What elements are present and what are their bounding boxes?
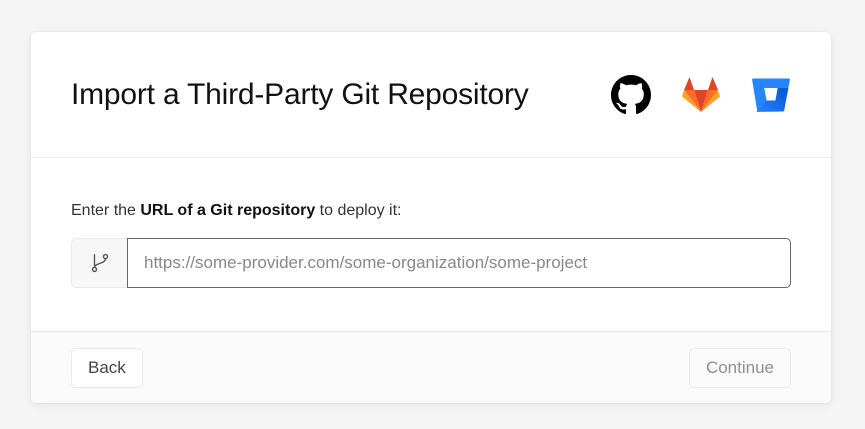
- modal-title: Import a Third-Party Git Repository: [71, 77, 529, 111]
- instruction-text: Enter the URL of a Git repository to dep…: [71, 202, 791, 220]
- instruction-prefix: Enter the: [71, 202, 141, 219]
- continue-button[interactable]: Continue: [688, 347, 791, 388]
- modal-header: Import a Third-Party Git Repository: [31, 32, 831, 158]
- instruction-emphasis: URL of a Git repository: [140, 202, 316, 219]
- modal-footer: Back Continue: [31, 331, 831, 403]
- provider-icons: [611, 74, 791, 115]
- import-repo-modal: Import a Third-Party Git Repository Ente…: [31, 32, 831, 403]
- bitbucket-icon[interactable]: [751, 75, 791, 115]
- git-branch-icon: [71, 238, 127, 288]
- github-icon[interactable]: [611, 74, 651, 115]
- repository-url-input[interactable]: [127, 238, 791, 288]
- back-button[interactable]: Back: [71, 347, 143, 388]
- url-input-group: [71, 238, 791, 288]
- instruction-suffix: to deploy it:: [315, 202, 402, 219]
- gitlab-icon[interactable]: [681, 75, 721, 115]
- modal-body: Enter the URL of a Git repository to dep…: [31, 158, 831, 331]
